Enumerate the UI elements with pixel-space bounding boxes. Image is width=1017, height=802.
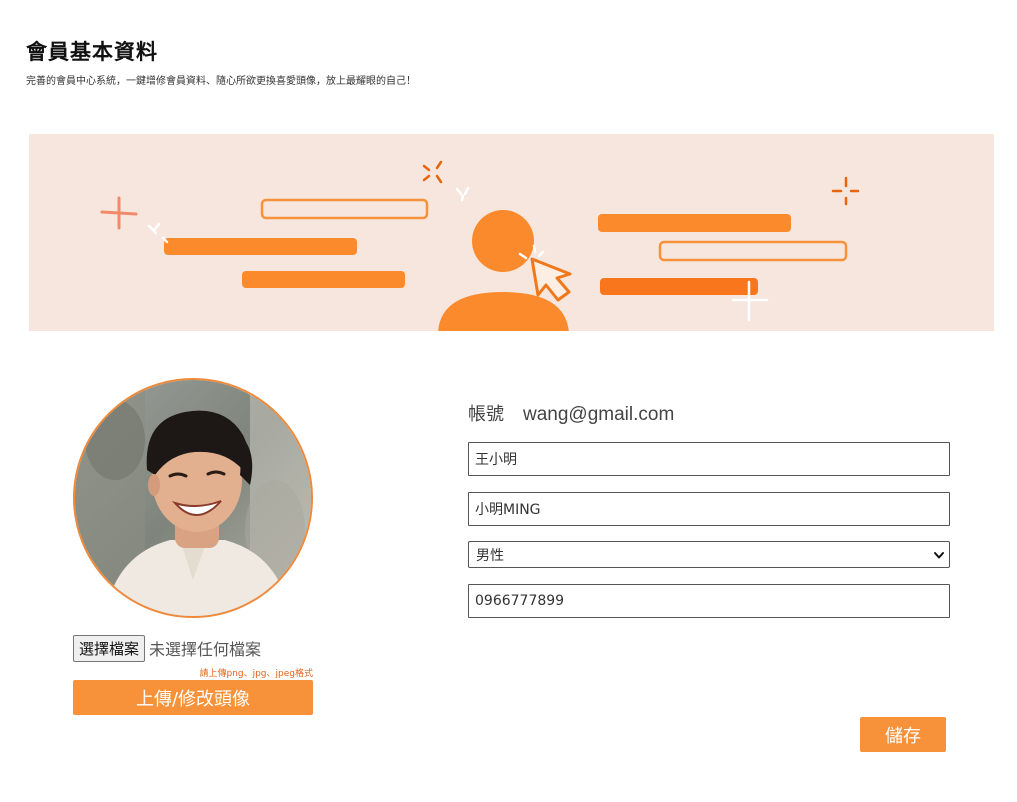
page-subtitle: 完善的會員中心系統，一鍵增修會員資料、隨心所欲更換喜愛頭像，放上最耀眼的自己！: [26, 76, 416, 87]
account-label: 帳號: [468, 404, 504, 425]
account-row: 帳號 wang@gmail.com: [468, 400, 674, 426]
file-format-hint: 請上傳png、jpg、jpeg格式: [199, 669, 313, 679]
avatar-file-picker: 選擇檔案 未選擇任何檔案: [73, 634, 261, 662]
upload-avatar-button[interactable]: 上傳/修改頭像: [73, 680, 313, 715]
phone-input[interactable]: [468, 584, 950, 618]
name-input[interactable]: [468, 442, 950, 476]
chevron-down-icon: [933, 549, 945, 561]
avatar-image: [73, 378, 313, 618]
gender-select[interactable]: 男性: [468, 541, 950, 568]
choose-file-button[interactable]: 選擇檔案: [73, 634, 146, 662]
gender-selected-value: 男性: [476, 547, 504, 564]
page-title: 會員基本資料: [26, 40, 158, 64]
file-status-text: 未選擇任何檔案: [149, 640, 262, 659]
account-email: wang@gmail.com: [523, 404, 675, 425]
profile-banner-illustration: [29, 134, 994, 331]
member-profile-page: 會員基本資料 完善的會員中心系統，一鍵增修會員資料、隨心所欲更換喜愛頭像，放上最…: [0, 0, 1017, 802]
nickname-input[interactable]: [468, 492, 950, 526]
save-button[interactable]: 儲存: [860, 717, 946, 752]
